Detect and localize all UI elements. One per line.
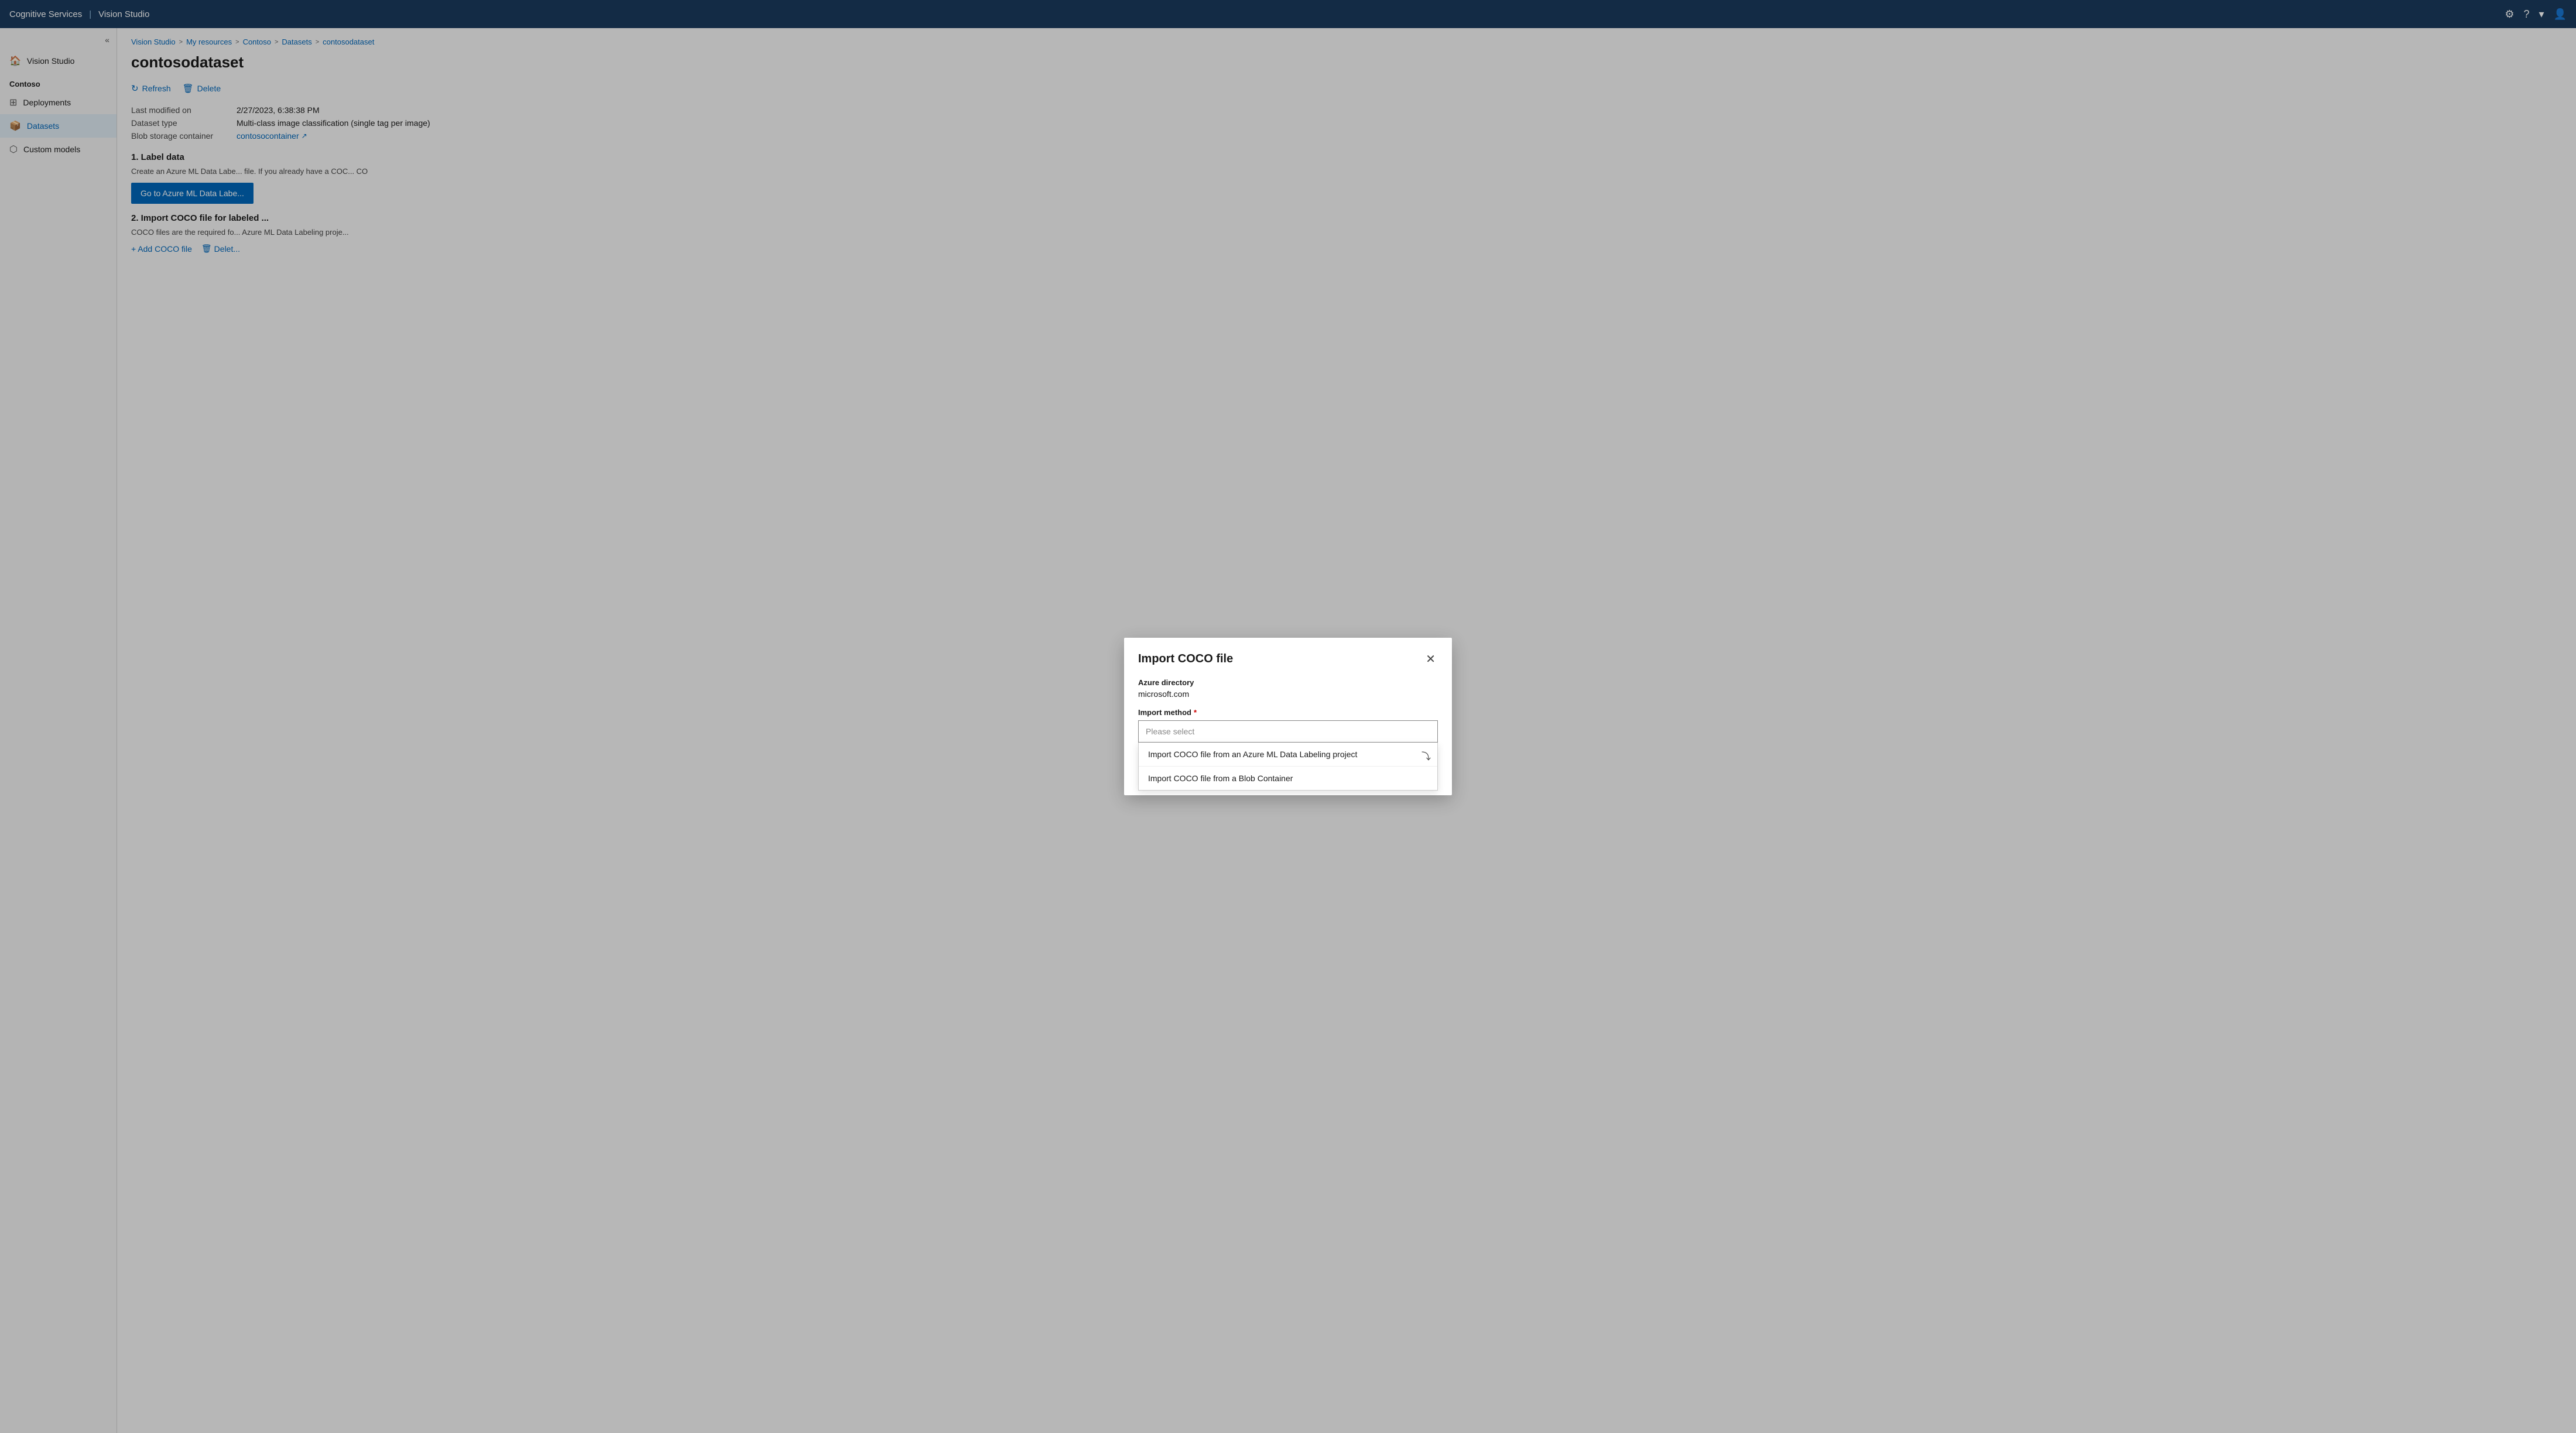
modal-title: Import COCO file bbox=[1138, 652, 1233, 666]
modal-close-button[interactable]: ✕ bbox=[1423, 649, 1438, 669]
dropdown-options: Import COCO file from an Azure ML Data L… bbox=[1138, 743, 1438, 791]
azure-directory-label: Azure directory bbox=[1138, 678, 1438, 687]
modal-header: Import COCO file ✕ bbox=[1124, 638, 1452, 678]
select-placeholder: Please select bbox=[1146, 727, 1194, 736]
import-method-field-label: Import method * bbox=[1138, 708, 1438, 717]
dropdown-option-2-label: Import COCO file from a Blob Container bbox=[1148, 774, 1293, 783]
azure-directory-value: microsoft.com bbox=[1138, 689, 1438, 699]
dropdown-option-1[interactable]: Import COCO file from an Azure ML Data L… bbox=[1139, 743, 1437, 766]
import-method-label: Import method bbox=[1138, 708, 1191, 717]
import-method-select[interactable]: Please select bbox=[1138, 720, 1438, 743]
modal-overlay: Import COCO file ✕ Azure directory micro… bbox=[0, 0, 2576, 1433]
modal-body: Azure directory microsoft.com Import met… bbox=[1124, 678, 1452, 795]
import-coco-modal: Import COCO file ✕ Azure directory micro… bbox=[1124, 638, 1452, 795]
required-star: * bbox=[1194, 708, 1197, 717]
import-method-select-wrapper: Please select ⤵ Import COCO file from an… bbox=[1138, 720, 1438, 791]
dropdown-option-1-label: Import COCO file from an Azure ML Data L… bbox=[1148, 750, 1357, 759]
dropdown-option-2[interactable]: Import COCO file from a Blob Container bbox=[1139, 766, 1437, 790]
